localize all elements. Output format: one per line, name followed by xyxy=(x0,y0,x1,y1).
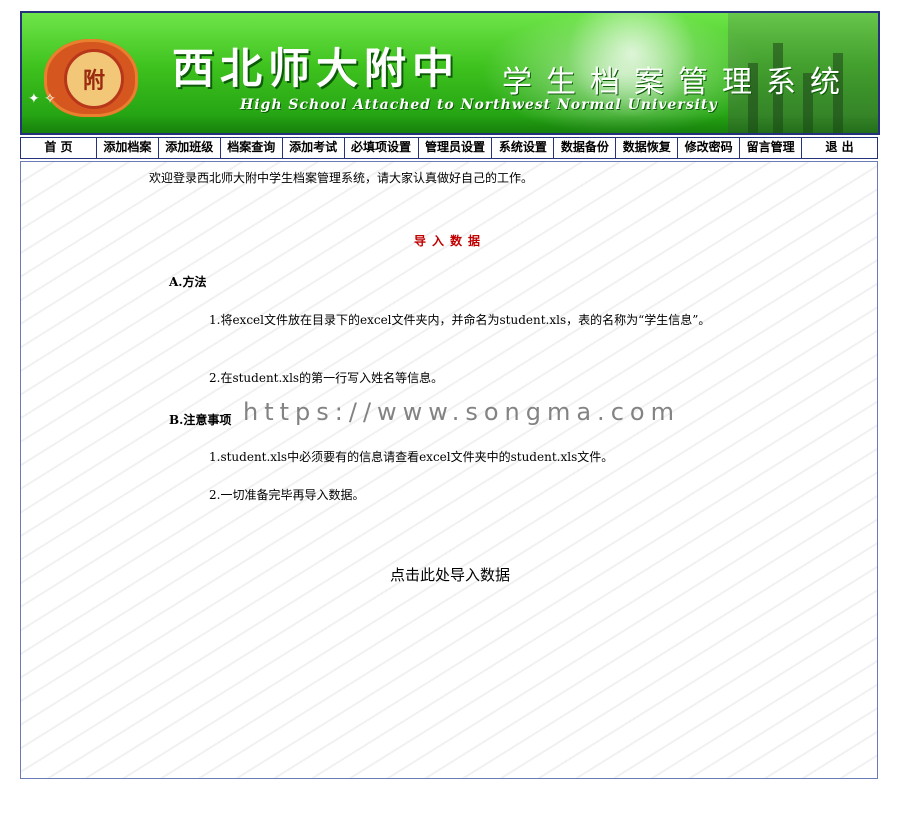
header-banner: 附 ✦ ✧ 西北师大附中 学生档案管理系统 High School Attach… xyxy=(20,11,880,135)
method-item-2-text: 2.在student.xls的第一行写入姓名等信息。 xyxy=(209,371,444,385)
nav-home[interactable]: 首 页 xyxy=(21,138,97,158)
method-item-2: 2.在student.xls的第一行写入姓名等信息。 xyxy=(169,368,729,388)
method-item-1-text: 1.将excel文件放在目录下的excel文件夹内，并命名为student.xl… xyxy=(209,313,711,327)
method-heading: A.方法 xyxy=(169,275,207,289)
note-item-2-text: 2.一切准备完毕再导入数据。 xyxy=(209,488,365,502)
nav-add-class[interactable]: 添加班级 xyxy=(158,138,221,158)
nav-system-settings[interactable]: 系统设置 xyxy=(492,138,555,158)
method-item-1: 1.将excel文件放在目录下的excel文件夹内，并命名为student.xl… xyxy=(169,310,729,330)
main-nav: 首 页 添加档案 添加班级 档案查询 添加考试 必填项设置 管理员设置 系统设置… xyxy=(20,137,878,159)
nav-add-record[interactable]: 添加档案 xyxy=(96,138,159,158)
nav-logout[interactable]: 退 出 xyxy=(802,138,877,158)
sparkle-icon: ✦ ✧ xyxy=(28,91,56,107)
nav-data-backup[interactable]: 数据备份 xyxy=(554,138,617,158)
note-item-1-text: 1.student.xls中必须要有的信息请查看excel文件夹中的studen… xyxy=(209,450,614,464)
note-item-2: 2.一切准备完毕再导入数据。 xyxy=(169,485,729,505)
page: 附 ✦ ✧ 西北师大附中 学生档案管理系统 High School Attach… xyxy=(20,11,880,779)
nav-required-fields[interactable]: 必填项设置 xyxy=(344,138,419,158)
nav-record-query[interactable]: 档案查询 xyxy=(220,138,283,158)
nav-admin-settings[interactable]: 管理员设置 xyxy=(418,138,493,158)
emblem-seal: 附 xyxy=(64,49,124,109)
content-panel: 欢迎登录西北师大附中学生档案管理系统，请大家认真做好自己的工作。 导入数据 A.… xyxy=(20,161,878,779)
watermark-overlay: https://www.songma.com xyxy=(243,398,680,426)
banner-english-title: High School Attached to Northwest Normal… xyxy=(240,97,718,113)
nav-data-restore[interactable]: 数据恢复 xyxy=(616,138,679,158)
school-emblem-icon: 附 xyxy=(44,39,138,117)
banner-subtitle: 学生档案管理系统 xyxy=(502,65,854,100)
banner-bottom-shade xyxy=(22,115,878,133)
page-title: 导入数据 xyxy=(413,234,486,248)
nav-message-management[interactable]: 留言管理 xyxy=(740,138,803,158)
note-item-1: 1.student.xls中必须要有的信息请查看excel文件夹中的studen… xyxy=(169,447,729,467)
welcome-message: 欢迎登录西北师大附中学生档案管理系统，请大家认真做好自己的工作。 xyxy=(149,171,534,185)
import-data-link[interactable]: 点击此处导入数据 xyxy=(21,564,877,585)
nav-change-password[interactable]: 修改密码 xyxy=(678,138,741,158)
nav-add-exam[interactable]: 添加考试 xyxy=(282,138,345,158)
banner-title: 西北师大附中 xyxy=(172,44,461,93)
note-heading: B.注意事项 xyxy=(169,413,232,427)
